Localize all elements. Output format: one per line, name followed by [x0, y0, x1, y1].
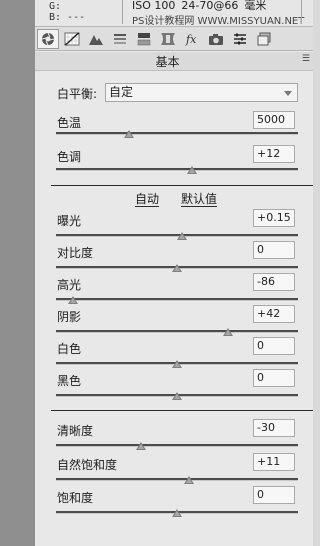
tint-slider-track[interactable] [56, 168, 298, 171]
camera-calibration-icon [209, 33, 223, 45]
clarity-input[interactable]: -30 [253, 419, 295, 437]
tab-detail[interactable] [85, 29, 107, 49]
svg-text:fx: fx [185, 33, 197, 46]
whites-label: 白色 [57, 342, 82, 356]
exif-readout: ISO 100 24-70@66 毫米 [132, 0, 272, 11]
section-title: 基本 [155, 55, 180, 69]
clarity-slider-track[interactable] [56, 444, 298, 447]
exposure-label: 曝光 [57, 214, 82, 228]
camera-raw-panel: G: B: --- ISO 100 24-70@66 毫米 PS设计教程网 WWW.… [35, 0, 313, 546]
tab-camera-calibration[interactable] [205, 29, 227, 49]
shadows-input[interactable]: +42 [253, 305, 295, 323]
vibrance-label: 自然饱和度 [57, 458, 118, 472]
auto-link[interactable]: 自动 [135, 193, 160, 207]
watermark-text: PS设计教程网 WWW.MISSYUAN.NET [132, 16, 305, 27]
highlights-input[interactable]: -86 [253, 273, 295, 291]
info-separator-right [301, 0, 302, 24]
contrast-slider-thumb[interactable] [172, 264, 182, 272]
rgb-b-line: B: --- [49, 12, 86, 23]
saturation-label: 饱和度 [57, 491, 94, 505]
iso-value: ISO 100 [132, 0, 176, 12]
shadows-slider-thumb[interactable] [222, 328, 233, 336]
rgb-g-line: G: [49, 1, 62, 12]
section-divider [51, 410, 313, 411]
contrast-input[interactable]: 0 [253, 241, 295, 259]
snapshots-icon [257, 32, 271, 45]
detail-icon [89, 34, 103, 45]
panel-menu-icon[interactable]: ☰ [302, 54, 310, 64]
tint-label: 色调 [57, 150, 82, 164]
tab-basic[interactable] [37, 28, 59, 49]
vibrance-slider-thumb[interactable] [184, 476, 195, 484]
presets-icon [234, 33, 246, 44]
tab-tone-curve[interactable] [61, 29, 83, 49]
vibrance-input[interactable]: +11 [253, 453, 295, 471]
whites-slider-thumb[interactable] [172, 360, 182, 368]
blacks-label: 黑色 [57, 374, 82, 388]
blacks-slider-thumb[interactable] [172, 392, 182, 400]
clarity-label: 清晰度 [57, 424, 94, 438]
highlights-label: 高光 [57, 278, 82, 292]
blacks-input[interactable]: 0 [253, 369, 295, 387]
vibrance-slider-track[interactable] [56, 478, 298, 481]
temperature-input[interactable]: 5000 [253, 111, 295, 129]
white-balance-value: 自定 [109, 85, 134, 99]
tab-hsl[interactable] [109, 29, 131, 49]
saturation-input[interactable]: 0 [253, 486, 295, 504]
section-divider [51, 185, 313, 186]
exposure-input[interactable]: +0.15 [253, 209, 295, 227]
image-info-bar: G: B: --- ISO 100 24-70@66 毫米 PS设计教程网 WWW.… [35, 0, 313, 27]
white-balance-label: 白平衡: [57, 87, 98, 101]
section-header: 基本 ☰ [35, 52, 313, 71]
tab-split-toning[interactable] [133, 29, 155, 49]
left-gutter [0, 0, 35, 546]
temperature-slider-thumb[interactable] [123, 130, 134, 138]
shadows-slider-track[interactable] [56, 330, 298, 333]
highlights-slider-track[interactable] [56, 298, 298, 301]
tint-slider-thumb[interactable] [186, 166, 197, 174]
whites-input[interactable]: 0 [253, 337, 295, 355]
aperture-icon [41, 32, 55, 45]
tab-lens-corrections[interactable] [157, 29, 179, 49]
exposure-slider-thumb[interactable] [176, 232, 187, 240]
clarity-slider-thumb[interactable] [135, 442, 146, 450]
rgb-readout: G: B: --- [49, 1, 85, 23]
hsl-icon [114, 33, 126, 44]
split-toning-icon [137, 32, 151, 45]
white-balance-select[interactable]: 自定 [105, 83, 298, 102]
tone-curve-icon [64, 31, 80, 46]
temperature-label: 色温 [57, 116, 82, 130]
temperature-slider-track[interactable] [56, 132, 298, 135]
tab-presets[interactable] [229, 29, 251, 49]
chevron-down-icon [284, 91, 292, 96]
tint-input[interactable]: +12 [253, 145, 295, 163]
adjustment-tab-bar: fx [35, 27, 313, 51]
saturation-slider-thumb[interactable] [172, 509, 182, 517]
highlights-slider-thumb[interactable] [67, 296, 78, 304]
default-link[interactable]: 默认值 [181, 193, 218, 207]
contrast-label: 对比度 [57, 246, 94, 260]
tab-effects[interactable]: fx [181, 29, 203, 49]
focal-range: 24-70@66 [181, 0, 239, 12]
fx-icon: fx [185, 33, 197, 46]
lens-corrections-icon [161, 32, 175, 45]
tab-snapshots[interactable] [253, 29, 275, 49]
shadows-label: 阴影 [57, 310, 82, 324]
focal-unit: 毫米 [244, 0, 267, 12]
info-separator [122, 0, 123, 24]
